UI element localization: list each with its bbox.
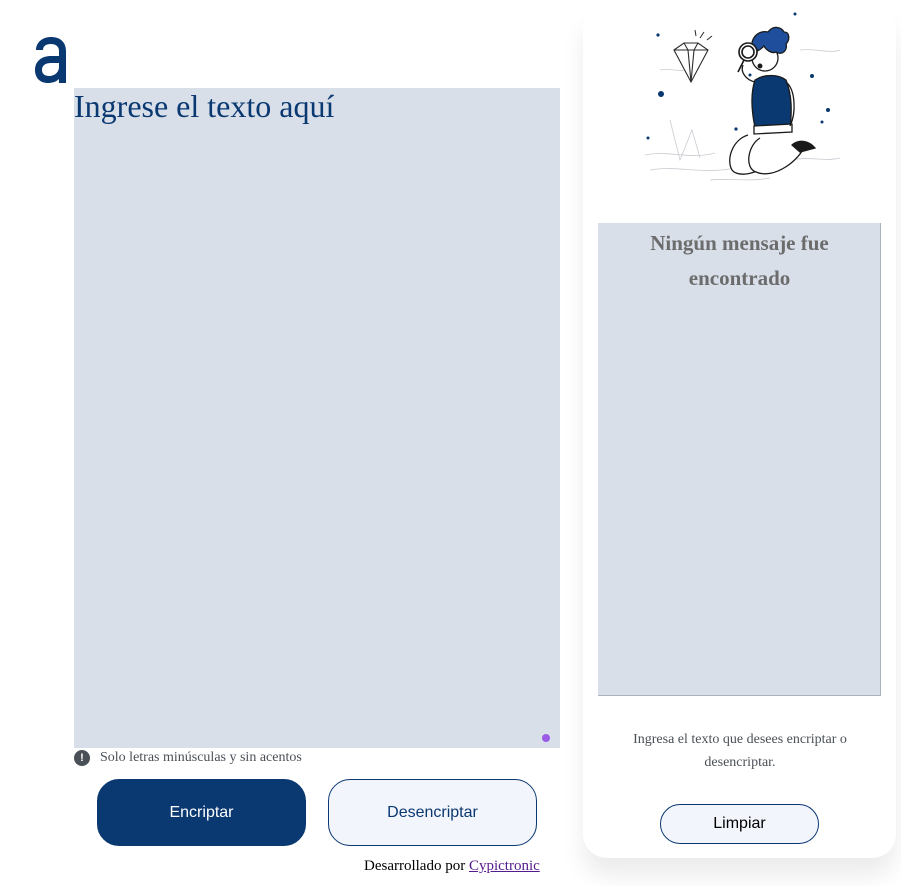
input-hint: ! Solo letras minúsculas y sin acentos — [74, 748, 302, 768]
encrypt-button[interactable]: Encriptar — [97, 779, 306, 846]
result-text-line2: desencriptar. — [704, 755, 776, 770]
result-title-line1: Ningún mensaje fue — [650, 231, 829, 255]
input-placeholder: Ingrese el texto aquí — [74, 88, 335, 124]
result-title-line2: encontrado — [688, 266, 791, 290]
exclamation-circle-icon: ! — [74, 750, 90, 766]
result-output: Ningún mensaje fue encontrado — [598, 223, 881, 696]
alura-logo-icon[interactable] — [34, 36, 68, 84]
hint-text: Solo letras minúsculas y sin acentos — [100, 750, 302, 765]
result-title: Ningún mensaje fue encontrado — [598, 226, 881, 296]
page: Ingrese el texto aquí ! Solo letras minú… — [0, 0, 901, 886]
footer: Desarrollado por Cypictronic — [364, 858, 540, 875]
clear-button[interactable]: Limpiar — [660, 804, 819, 844]
footer-author-link[interactable]: Cypictronic — [469, 858, 540, 874]
footer-prefix: Desarrollado por — [364, 858, 469, 874]
decrypt-button[interactable]: Desencriptar — [328, 779, 537, 846]
result-description: Ingresa el texto que desees encriptar o … — [610, 728, 870, 774]
result-text-line1: Ingresa el texto que desees encriptar o — [633, 732, 847, 747]
resize-handle-icon[interactable] — [542, 734, 550, 742]
text-input[interactable]: Ingrese el texto aquí — [74, 88, 560, 748]
person-with-magnifying-glass-illustration — [644, 12, 841, 181]
